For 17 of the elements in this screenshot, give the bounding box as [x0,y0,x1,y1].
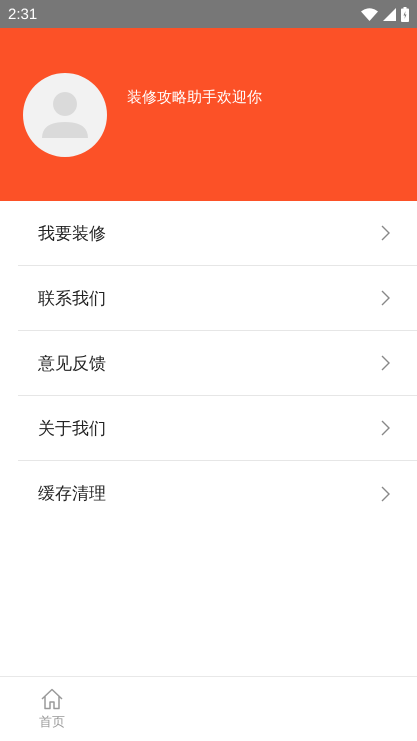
status-time: 2:31 [8,6,38,22]
chevron-right-icon [381,420,390,436]
signal-icon [383,8,396,20]
menu-item[interactable]: 缓存清理 [18,461,417,526]
welcome-text: 装修攻略助手欢迎你 [127,88,262,107]
chevron-right-icon [381,290,390,306]
menu-item[interactable]: 我要装修 [18,201,417,266]
chevron-right-icon [381,355,390,371]
chevron-right-icon [381,225,390,241]
menu-item[interactable]: 意见反馈 [18,331,417,396]
battery-icon [401,6,409,22]
home-icon [40,688,64,710]
wifi-icon [361,8,378,20]
menu-item[interactable]: 联系我们 [18,266,417,331]
menu-item[interactable]: 关于我们 [18,396,417,461]
avatar-icon [23,73,107,157]
chevron-right-icon [381,486,390,502]
